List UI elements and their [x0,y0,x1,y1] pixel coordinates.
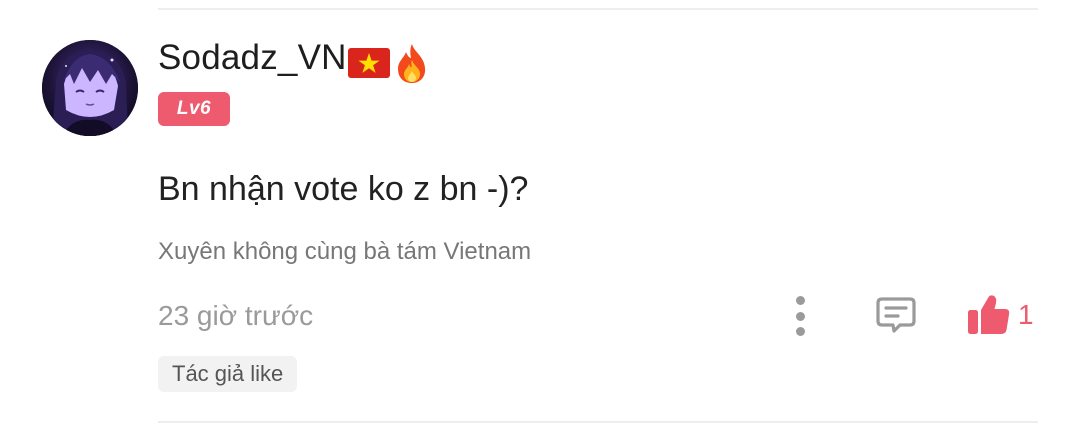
level-badge: Lv6 [158,92,230,126]
more-vertical-icon [795,296,805,305]
comment-text: Bn nhận vote ko z bn -)? [158,170,529,208]
bottom-divider [158,421,1038,423]
avatar-image [42,40,138,136]
thumbs-up-icon [968,295,1010,334]
vietnam-flag-icon [348,48,390,78]
like-count: 1 [1018,299,1034,330]
more-options-button[interactable] [784,294,816,338]
story-title-link[interactable]: Xuyên không cùng bà tám Vietnam [158,238,531,266]
avatar[interactable] [42,40,138,136]
more-vertical-icon-dot [795,327,805,336]
reply-button[interactable] [874,293,918,337]
top-divider [158,8,1038,10]
like-button[interactable]: 1 [966,290,1034,340]
username[interactable]: Sodadz_VN [158,38,347,78]
author-like-badge: Tác giả like [158,356,298,392]
comment-timestamp: 23 giờ trước [158,300,314,331]
fire-icon [398,44,426,83]
more-vertical-icon-dot [795,311,805,321]
comment-icon [876,297,916,333]
username-decorations [348,42,430,84]
